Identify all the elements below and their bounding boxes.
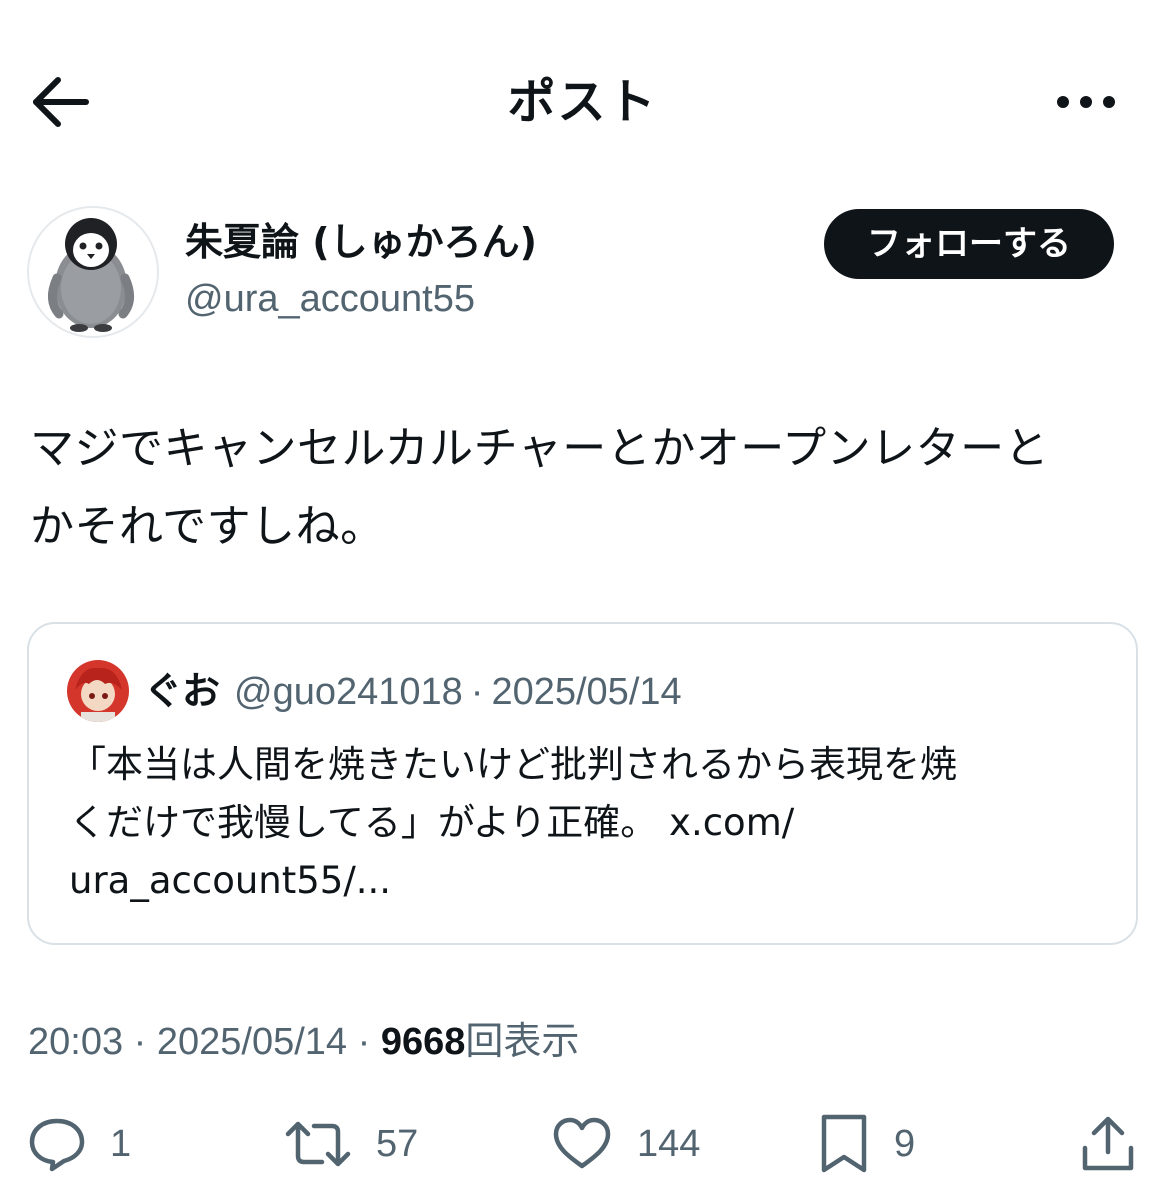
- reply-count: 1: [110, 1122, 132, 1165]
- post-detail-screen: ポスト 朱夏論 (しゅかろん) @ura_account55 フォローする マジ…: [0, 0, 1165, 1200]
- bookmark-count: 9: [894, 1122, 916, 1165]
- reply-button[interactable]: 1: [28, 1112, 131, 1176]
- tweet-text: マジでキャンセルカルチャーとかオープンレターと かそれですしね。: [30, 410, 1140, 566]
- post-date[interactable]: 2025/05/14: [157, 1021, 347, 1063]
- retweet-icon: [285, 1121, 351, 1167]
- heart-icon: [553, 1117, 611, 1169]
- follow-button[interactable]: フォローする: [824, 209, 1114, 279]
- penguin-avatar-image: [48, 218, 134, 332]
- more-button[interactable]: [1055, 82, 1117, 122]
- retweet-button[interactable]: 57: [284, 1112, 418, 1176]
- quoted-author-avatar[interactable]: [67, 660, 129, 722]
- retweet-count: 57: [376, 1122, 419, 1165]
- post-meta: 20:03 · 2025/05/14 · 9668回表示: [28, 1015, 579, 1069]
- quoted-text-line: くだけで我慢してる」がより正確。 x.com/: [69, 801, 795, 844]
- top-bar: ポスト: [0, 0, 1165, 200]
- reply-icon: [29, 1118, 85, 1172]
- views-label: 回表示: [465, 1021, 580, 1063]
- post-time[interactable]: 20:03: [28, 1021, 123, 1063]
- quoted-author-name[interactable]: ぐお: [144, 669, 220, 713]
- quoted-post-header: ぐお @guo241018 · 2025/05/14: [144, 664, 682, 719]
- author-handle[interactable]: @ura_account55: [185, 273, 475, 325]
- quoted-text-line: 「本当は人間を焼きたいけど批判されるから表現を焼: [69, 743, 957, 786]
- separator-dot: ·: [470, 671, 484, 713]
- quoted-post-date: 2025/05/14: [491, 671, 682, 713]
- tweet-text-line: かそれですしね。: [30, 501, 385, 552]
- views-count[interactable]: 9668: [381, 1021, 466, 1063]
- author-display-name[interactable]: 朱夏論 (しゅかろん): [185, 216, 537, 268]
- more-horizontal-icon: [1057, 96, 1115, 108]
- quoted-post-text: 「本当は人間を焼きたいけど批判されるから表現を焼 くだけで我慢してる」がより正確…: [69, 736, 1109, 910]
- quoted-post-card[interactable]: ぐお @guo241018 · 2025/05/14 「本当は人間を焼きたいけど批判さ…: [27, 622, 1138, 945]
- tweet-text-line: マジでキャンセルカルチャーとかオープンレターと: [30, 423, 1050, 474]
- quoted-author-handle[interactable]: @guo241018: [234, 671, 463, 713]
- page-title: ポスト: [507, 74, 658, 130]
- separator-dot: ·: [357, 1021, 371, 1063]
- separator-dot: ·: [133, 1021, 147, 1063]
- anime-avatar-image: [67, 660, 129, 722]
- like-button[interactable]: 144: [551, 1112, 700, 1176]
- bookmark-icon: [821, 1114, 867, 1173]
- share-icon: [1082, 1116, 1134, 1171]
- author-avatar[interactable]: [27, 206, 159, 338]
- like-count: 144: [637, 1122, 701, 1165]
- share-button[interactable]: [1080, 1112, 1136, 1176]
- bookmark-button[interactable]: 9: [818, 1112, 915, 1176]
- quoted-text-line: ura_account55/...: [69, 859, 392, 902]
